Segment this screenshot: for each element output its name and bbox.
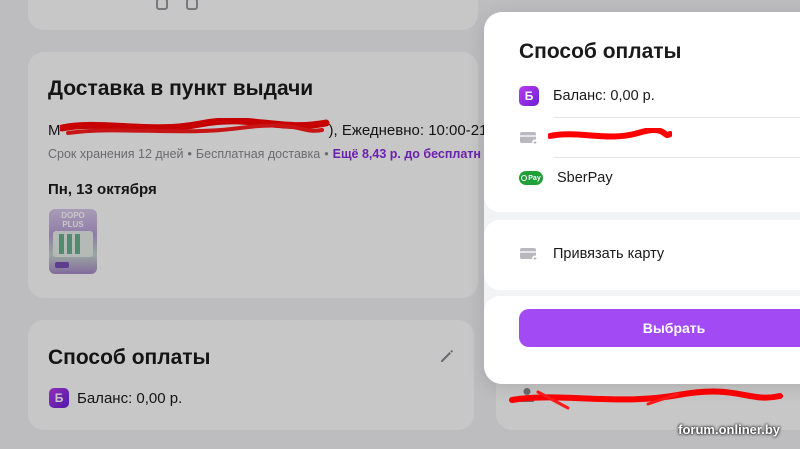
balance-icon: Б xyxy=(519,86,539,106)
payment-option-balance[interactable]: Б Баланс: 0,00 р. xyxy=(519,76,800,116)
select-button[interactable]: Выбрать xyxy=(519,309,800,347)
payment-method-modal: Способ оплаты Б Баланс: 0,00 р. Pay Sber… xyxy=(484,12,800,384)
watermark: forum.onliner.by xyxy=(678,422,780,437)
option-label: SberPay xyxy=(557,170,613,186)
option-label: Баланс: 0,00 р. xyxy=(553,88,655,104)
link-card-label: Привязать карту xyxy=(553,246,665,262)
modal-title: Способ оплаты xyxy=(519,40,682,63)
payment-option-sberpay[interactable]: Pay SberPay xyxy=(519,158,800,198)
sberpay-icon: Pay xyxy=(519,171,543,185)
add-card-icon xyxy=(520,248,538,262)
link-card-option[interactable]: Привязать карту xyxy=(519,234,800,274)
payment-option-card[interactable] xyxy=(519,118,800,158)
card-icon xyxy=(520,132,538,146)
